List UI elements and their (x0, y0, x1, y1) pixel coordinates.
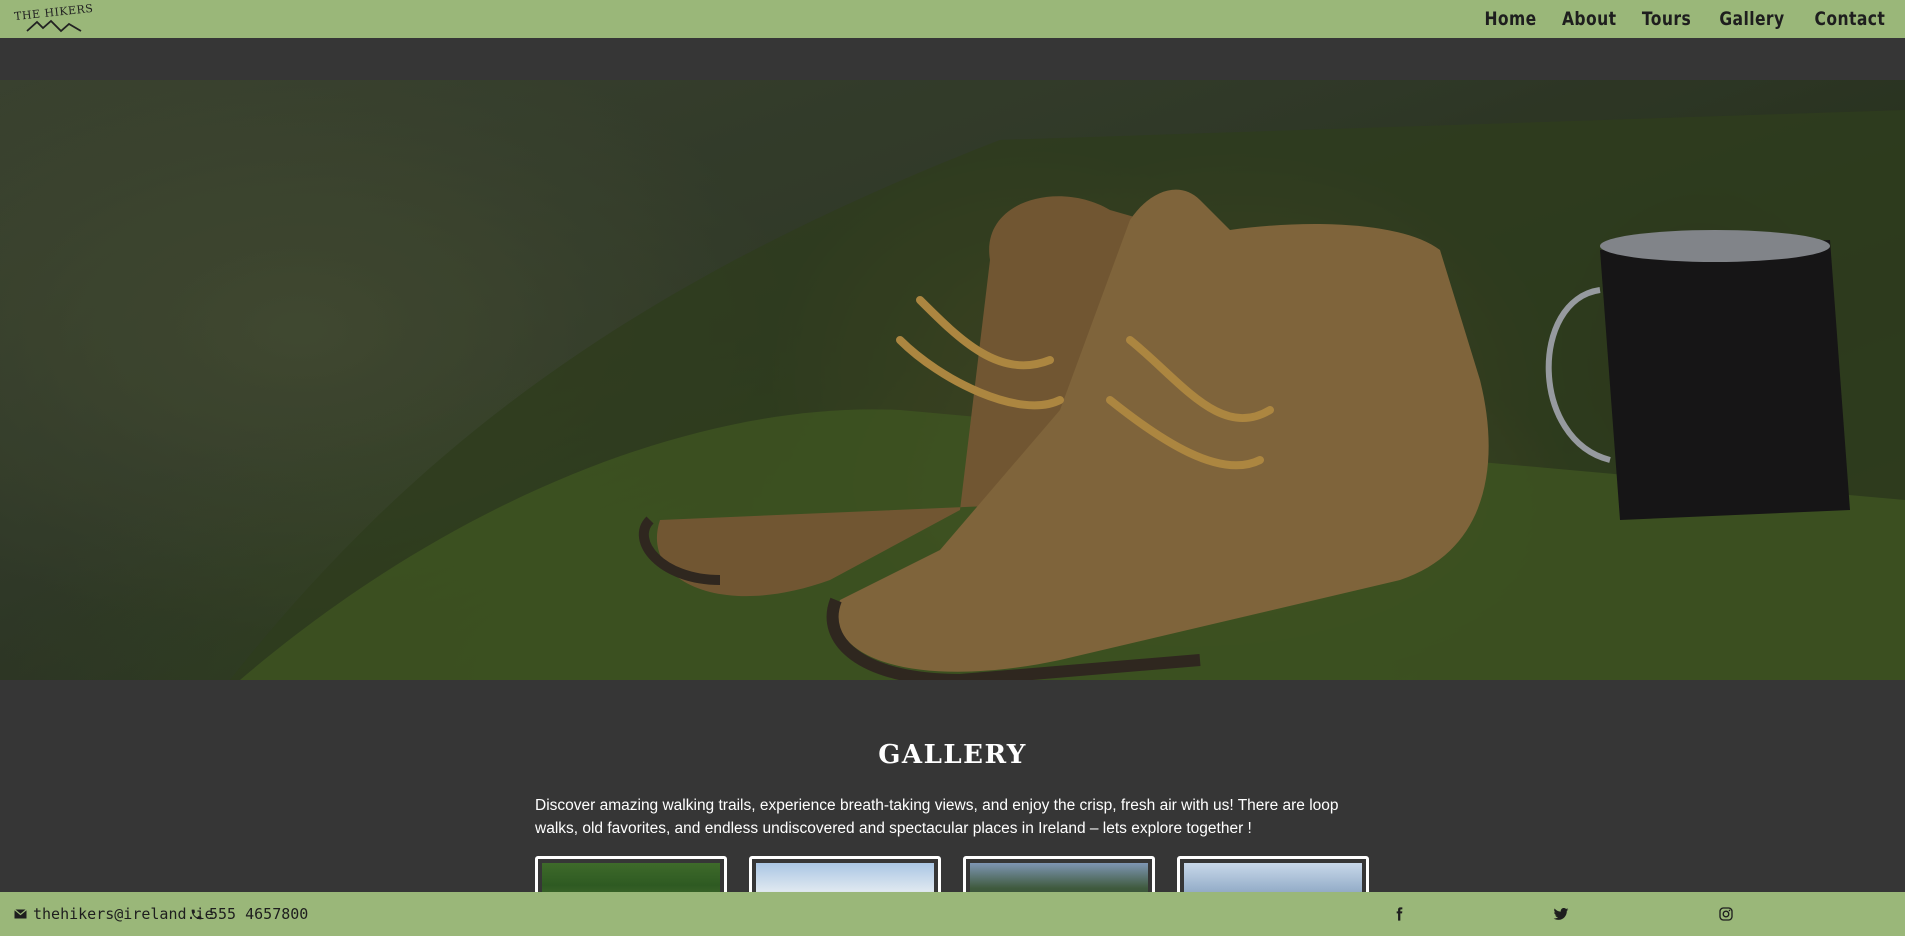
navbar: THE HIKERS Home About Tours Gallery Cont… (0, 0, 1905, 38)
nav-links: Home About Tours Gallery Contact (1473, 8, 1885, 30)
nav-tours-link[interactable]: Tours (1642, 8, 1691, 30)
footer-phone[interactable]: 555 4657800 (190, 905, 308, 923)
site-logo[interactable]: THE HIKERS (14, 1, 94, 36)
twitter-icon (1553, 908, 1569, 920)
footer: thehikers@ireland.ie 555 4657800 (0, 892, 1905, 936)
nav-home-link[interactable]: Home (1484, 8, 1536, 30)
footer-email[interactable]: thehikers@ireland.ie (14, 905, 214, 923)
nav-gallery-link[interactable]: Gallery (1719, 8, 1784, 30)
gallery-description: Discover amazing walking trails, experie… (535, 797, 1339, 837)
hero-image-hiking-boots (0, 80, 1905, 680)
envelope-icon (14, 909, 27, 919)
nav-contact-link[interactable]: Contact (1814, 8, 1885, 30)
nav-about-link[interactable]: About (1562, 8, 1617, 30)
phone-icon (191, 909, 202, 919)
email-text: thehikers@ireland.ie (33, 905, 214, 923)
phone-text: 555 4657800 (209, 905, 309, 923)
instagram-icon (1719, 907, 1733, 921)
twitter-link[interactable] (1551, 904, 1571, 924)
gallery-title: GALLERY (878, 740, 1027, 770)
facebook-link[interactable] (1389, 904, 1409, 924)
instagram-link[interactable] (1716, 904, 1736, 924)
facebook-icon (1396, 907, 1403, 921)
hero-overlay (0, 80, 1905, 680)
